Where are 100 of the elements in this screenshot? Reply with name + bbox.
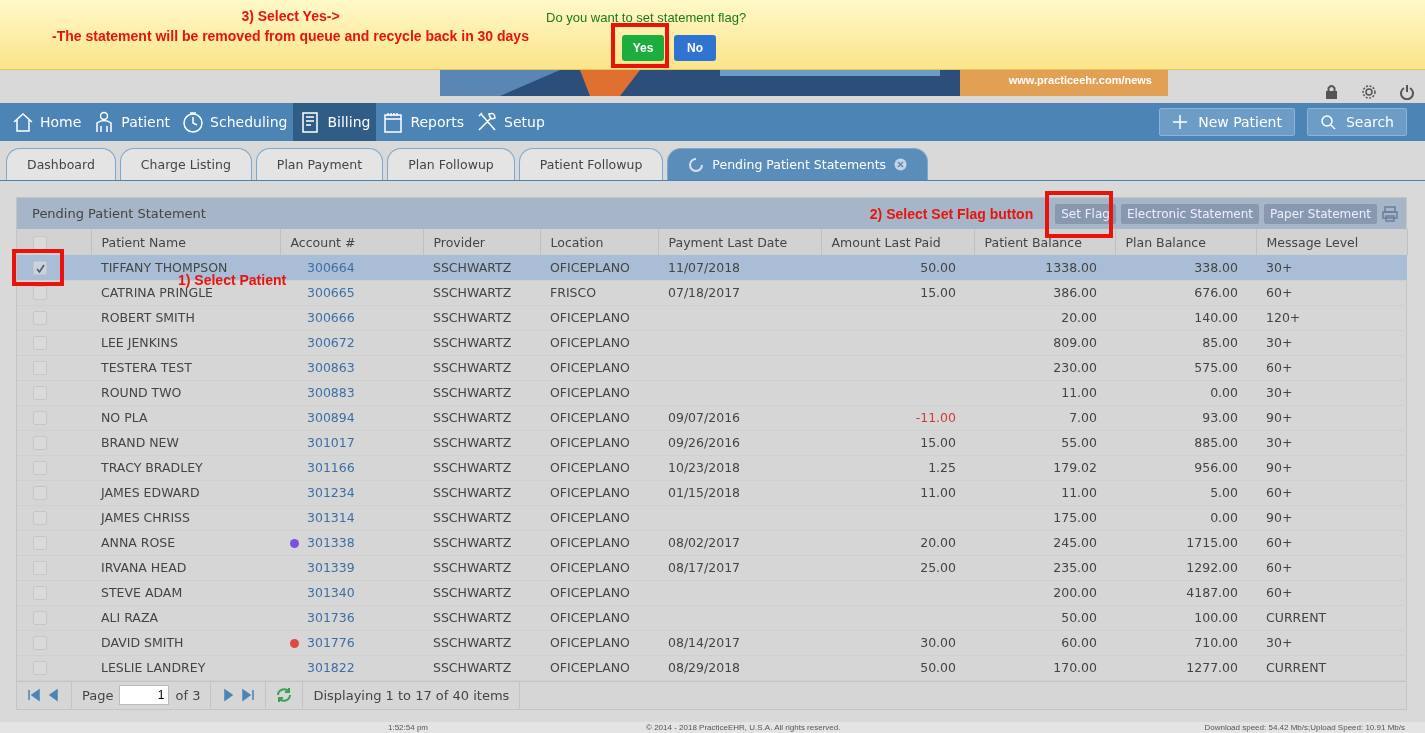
account-link[interactable]: 301340 — [307, 585, 355, 601]
tab[interactable]: Dashboard — [6, 148, 116, 180]
column-header[interactable]: Account # — [280, 229, 423, 256]
tab[interactable]: Plan Payment — [255, 148, 384, 180]
table-cell: SSCHWARTZ — [433, 585, 512, 601]
table-cell: 809.00 — [1053, 335, 1097, 351]
account-link[interactable]: 301822 — [307, 660, 355, 676]
account-link[interactable]: 300863 — [307, 360, 355, 376]
table-row[interactable]: JAMES EDWARD 301234 SSCHWARTZ OFICEPLANO 01/15/2018 11.00 11.00 5.00 60+ — [17, 480, 1407, 506]
table-cell: 08/17/2017 — [668, 560, 741, 576]
table-cell: JAMES CHRISS — [101, 510, 190, 526]
panel-title: Pending Patient Statement — [32, 206, 206, 222]
printer-icon — [1382, 205, 1398, 222]
table-row[interactable]: DAVID SMITH 301776 SSCHWARTZ OFICEPLANO 08/14/2017 30.00 60.00 710.00 30+ — [17, 630, 1407, 656]
power-icon — [1399, 83, 1415, 100]
account-link[interactable]: 301234 — [307, 485, 355, 501]
page-input[interactable]: 1 — [119, 685, 170, 706]
table-row[interactable]: LESLIE LANDREY 301822 SSCHWARTZ OFICEPLANO 08/29/2018 50.00 170.00 1277.00 CURRENT — [17, 655, 1407, 681]
table-row[interactable]: BRAND NEW 301017 SSCHWARTZ OFICEPLANO 09/26/2016 15.00 55.00 885.00 30+ — [17, 430, 1407, 456]
table-row[interactable]: IRVANA HEAD 301339 SSCHWARTZ OFICEPLANO 08/17/2017 25.00 235.00 1292.00 60+ — [17, 555, 1407, 581]
column-header[interactable]: Location — [540, 229, 658, 256]
account-link[interactable]: 301166 — [307, 460, 355, 476]
highlight-frame — [1045, 191, 1113, 238]
column-header[interactable]: Patient Balance — [974, 229, 1115, 256]
table-row[interactable]: NO PLA 300894 SSCHWARTZ OFICEPLANO 09/07/2016 -11.00 7.00 93.00 90+ — [17, 405, 1407, 431]
tab[interactable]: Charge Listing — [119, 148, 252, 180]
nav-item[interactable]: Patient — [87, 103, 177, 141]
column-header[interactable]: Plan Balance — [1115, 229, 1256, 256]
column-header[interactable]: Provider — [423, 229, 540, 256]
table-cell: 90+ — [1266, 460, 1293, 476]
nav-item[interactable]: Billing — [293, 103, 377, 141]
stopwatch-icon — [182, 111, 205, 133]
table-row[interactable]: TRACY BRADLEY 301166 SSCHWARTZ OFICEPLANO 10/23/2018 1.25 179.02 956.00 90+ — [17, 455, 1407, 481]
table-cell: SSCHWARTZ — [433, 460, 512, 476]
nav-item[interactable]: Home — [6, 103, 88, 141]
table-row[interactable]: ANNA ROSE 301338 SSCHWARTZ OFICEPLANO 08/02/2017 20.00 245.00 1715.00 60+ — [17, 530, 1407, 556]
table-cell: 85.00 — [1202, 335, 1238, 351]
table-cell: OFICEPLANO — [550, 485, 630, 501]
account-link[interactable]: 301776 — [307, 635, 355, 651]
table-cell: NO PLA — [101, 410, 148, 426]
account-link[interactable]: 300672 — [307, 335, 355, 351]
account-link[interactable]: 300666 — [307, 310, 355, 326]
calendar-icon — [382, 111, 405, 133]
table-row[interactable]: STEVE ADAM 301340 SSCHWARTZ OFICEPLANO 200.00 4187.00 60+ — [17, 580, 1407, 606]
table-row[interactable]: JAMES CHRISS 301314 SSCHWARTZ OFICEPLANO 175.00 0.00 90+ — [17, 505, 1407, 531]
account-link[interactable]: 301017 — [307, 435, 355, 451]
table-cell: ROUND TWO — [101, 385, 182, 401]
table-cell: 60+ — [1266, 485, 1293, 501]
table-cell: 60+ — [1266, 360, 1293, 376]
table-cell: 885.00 — [1194, 435, 1238, 451]
table-cell: 60+ — [1266, 535, 1293, 551]
account-link[interactable]: 300665 — [307, 285, 355, 301]
account-link[interactable]: 301736 — [307, 610, 355, 626]
tab[interactable]: Patient Followup — [518, 148, 664, 180]
table-cell: CURRENT — [1266, 660, 1327, 676]
table-cell: OFICEPLANO — [550, 385, 630, 401]
table-cell: SSCHWARTZ — [433, 259, 512, 275]
table-cell: 11.00 — [1061, 485, 1097, 501]
table-cell: 50.00 — [1061, 610, 1097, 626]
table-row[interactable]: LEE JENKINS 300672 SSCHWARTZ OFICEPLANO 809.00 85.00 30+ — [17, 330, 1407, 356]
table-cell: 25.00 — [920, 560, 956, 576]
tab[interactable]: Pending Patient Statements — [667, 148, 929, 180]
column-header[interactable]: Payment Last Date — [658, 229, 821, 256]
column-header[interactable]: Message Level — [1256, 229, 1407, 256]
checkbox[interactable] — [33, 261, 47, 276]
nav-item[interactable]: Scheduling — [176, 103, 294, 141]
table-row[interactable]: ALI RAZA 301736 SSCHWARTZ OFICEPLANO 50.00 100.00 CURRENT — [17, 605, 1407, 631]
refresh-icon — [276, 687, 293, 704]
column-header[interactable]: Patient Name — [91, 229, 280, 256]
table-cell: 710.00 — [1194, 635, 1238, 651]
table-cell: OFICEPLANO — [550, 310, 630, 326]
table-row[interactable]: ROBERT SMITH 300666 SSCHWARTZ OFICEPLANO 20.00 140.00 120+ — [17, 305, 1407, 331]
table-cell: TESTERA TEST — [101, 360, 192, 376]
checkbox[interactable] — [33, 286, 47, 301]
table-cell: OFICEPLANO — [550, 435, 630, 451]
account-link[interactable]: 301338 — [307, 535, 355, 551]
table-cell: 1338.00 — [1045, 259, 1097, 275]
nav-item[interactable]: Setup — [470, 103, 551, 141]
column-header[interactable]: Amount Last Paid — [821, 229, 974, 256]
table-cell: SSCHWARTZ — [433, 560, 512, 576]
table-cell: 120+ — [1266, 310, 1301, 326]
account-link[interactable]: 300894 — [307, 410, 355, 426]
table-cell: 245.00 — [1053, 535, 1097, 551]
footer-copyright: © 2014 - 2018 PracticeEHR, U.S.A. All rights reserved. — [646, 723, 841, 732]
no-button[interactable]: No — [674, 35, 716, 61]
table-cell: SSCHWARTZ — [433, 285, 512, 301]
nav-item[interactable]: Reports — [376, 103, 471, 141]
tab[interactable]: Plan Followup — [387, 148, 515, 180]
table-cell: 386.00 — [1053, 285, 1097, 301]
account-link[interactable]: 301314 — [307, 510, 355, 526]
table-cell: SSCHWARTZ — [433, 610, 512, 626]
table-cell: 230.00 — [1053, 360, 1097, 376]
table-cell: 676.00 — [1194, 285, 1238, 301]
select-all-checkbox[interactable] — [33, 235, 47, 250]
table-row[interactable]: ROUND TWO 300883 SSCHWARTZ OFICEPLANO 11.00 0.00 30+ — [17, 380, 1407, 406]
table-cell: OFICEPLANO — [550, 610, 630, 626]
spinner-icon — [688, 156, 705, 173]
account-link[interactable]: 300883 — [307, 385, 355, 401]
table-row[interactable]: TESTERA TEST 300863 SSCHWARTZ OFICEPLANO 230.00 575.00 60+ — [17, 355, 1407, 381]
account-link[interactable]: 301339 — [307, 560, 355, 576]
